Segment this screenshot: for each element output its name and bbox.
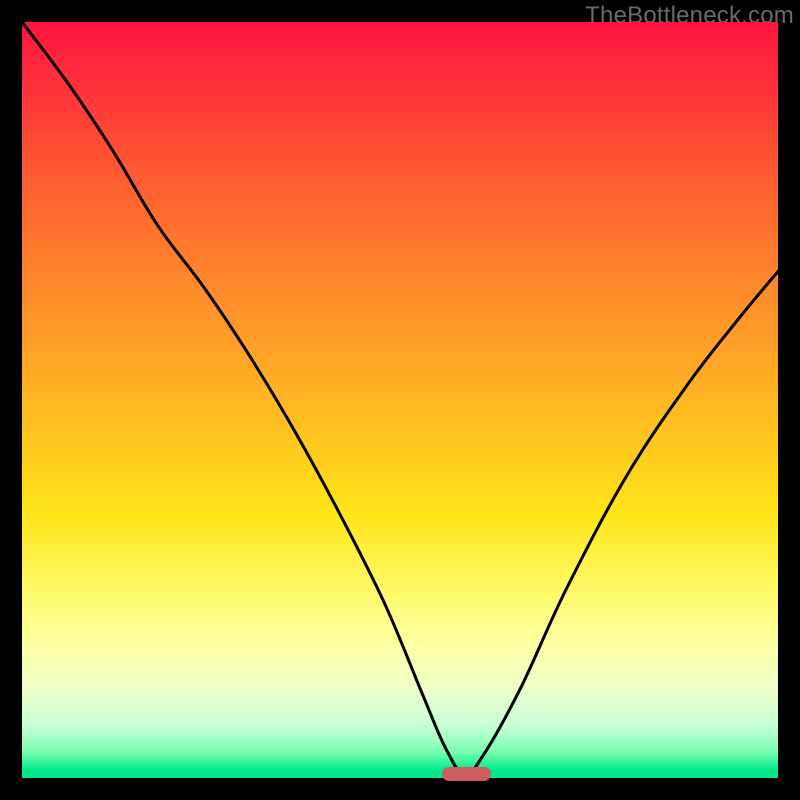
optimal-range-marker [442,767,491,781]
bottleneck-curve [22,22,778,778]
plot-frame [22,22,778,778]
